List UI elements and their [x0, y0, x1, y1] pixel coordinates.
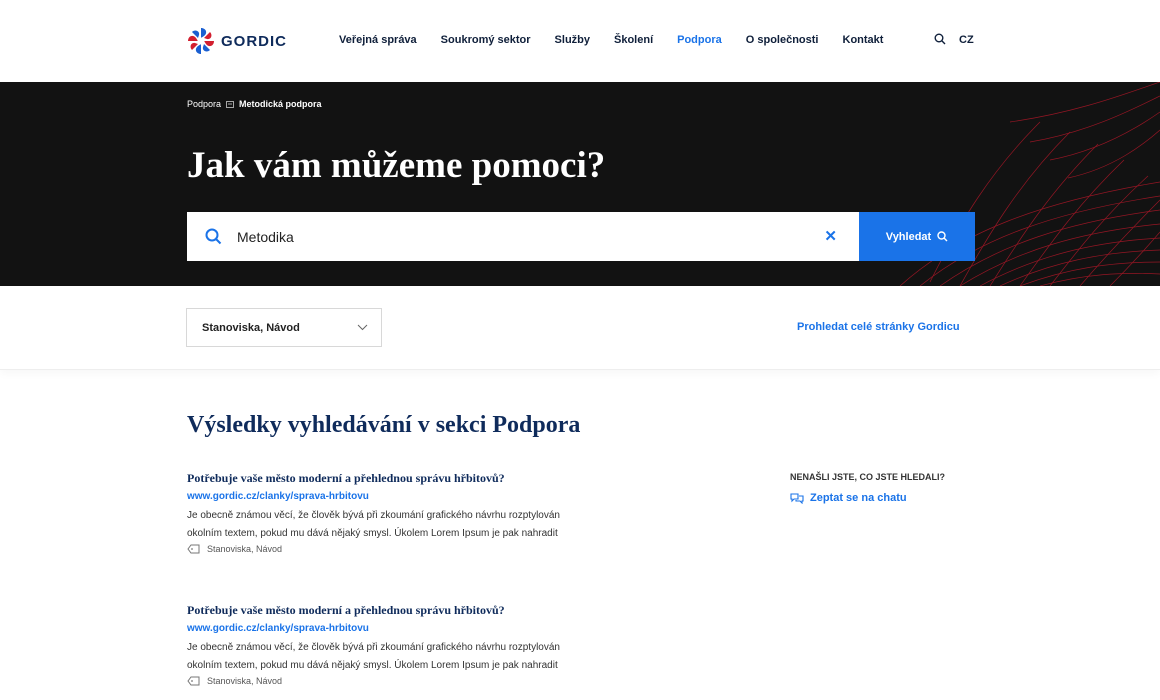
page-title: Jak vám můžeme pomoci? — [187, 145, 606, 186]
chat-link-label: Zeptat se na chatu — [810, 492, 907, 504]
main-nav: Veřejná správa Soukromý sektor Služby Šk… — [339, 34, 907, 46]
nav-item-verejna-sprava[interactable]: Veřejná správa — [339, 34, 417, 46]
nav-item-podpora[interactable]: Podpora — [677, 34, 722, 46]
result-tags-text: Stanoviska, Návod — [207, 544, 283, 554]
result-description-line: Je obecně známou věcí, že člověk bývá př… — [187, 642, 560, 653]
result-url[interactable]: www.gordic.cz/clanky/sprava-hrbitovu — [187, 491, 627, 502]
nav-item-soukromy-sektor[interactable]: Soukromý sektor — [441, 34, 531, 46]
search-button[interactable]: Vyhledat — [859, 212, 975, 261]
help-aside: NENAŠLI JSTE, CO JSTE HLEDALI? Zeptat se… — [790, 472, 945, 504]
gordic-logo-icon — [188, 28, 214, 54]
nav-item-sluzby[interactable]: Služby — [555, 34, 590, 46]
result-description-line: Je obecně známou věcí, že člověk bývá př… — [187, 510, 560, 521]
result-title[interactable]: Potřebuje vaše město moderní a přehledno… — [187, 603, 627, 618]
results-heading: Výsledky vyhledávání v sekci Podpora — [187, 412, 581, 438]
category-dropdown-value: Stanoviska, Návod — [202, 321, 300, 334]
search-icon[interactable] — [934, 33, 946, 45]
clear-search-button[interactable]: ✕ — [824, 229, 837, 244]
site-header: GORDIC Veřejná správa Soukromý sektor Sl… — [0, 0, 1160, 82]
search-icon — [937, 231, 948, 242]
search-icon — [205, 228, 222, 245]
result-tags: Stanoviska, Návod — [187, 544, 627, 554]
result-tags: Stanoviska, Návod — [187, 676, 627, 686]
search-input[interactable] — [237, 212, 797, 261]
result-description-line: okolním textem, pokud mu dává nějaký smy… — [187, 528, 558, 539]
chat-icon — [790, 493, 804, 504]
result-item: Potřebuje vaše město moderní a přehledno… — [187, 471, 627, 554]
language-switch[interactable]: CZ — [959, 34, 974, 46]
nav-item-o-spolecnosti[interactable]: O společnosti — [746, 34, 819, 46]
chevron-down-icon — [357, 324, 368, 331]
tag-icon — [187, 676, 200, 686]
search-button-label: Vyhledat — [885, 230, 932, 243]
breadcrumb-current: Metodická podpora — [239, 99, 322, 109]
breadcrumb-separator-icon — [226, 101, 234, 108]
aside-heading: NENAŠLI JSTE, CO JSTE HLEDALI? — [790, 472, 946, 482]
chat-link[interactable]: Zeptat se na chatu — [790, 492, 945, 504]
hero-section: Podpora Metodická podpora Jak vám můžeme… — [0, 82, 1160, 286]
result-tags-text: Stanoviska, Návod — [207, 676, 283, 686]
tag-icon — [187, 544, 200, 554]
result-description: Je obecně známou věcí, že člověk bývá př… — [187, 507, 627, 543]
filter-bar: Stanoviska, Návod Prohledat celé stránky… — [0, 286, 1160, 370]
result-title[interactable]: Potřebuje vaše město moderní a přehledno… — [187, 471, 627, 486]
nav-item-kontakt[interactable]: Kontakt — [843, 34, 884, 46]
logo-text: GORDIC — [221, 32, 287, 50]
breadcrumb: Podpora Metodická podpora — [187, 99, 322, 109]
logo[interactable]: GORDIC — [187, 27, 287, 55]
search-bar: ✕ Vyhledat — [187, 212, 975, 261]
search-field: ✕ — [187, 212, 859, 261]
result-description: Je obecně známou věcí, že člověk bývá př… — [187, 639, 627, 675]
nav-item-skoleni[interactable]: Školení — [614, 34, 653, 46]
result-item: Potřebuje vaše město moderní a přehledno… — [187, 603, 627, 686]
result-description-line: okolním textem, pokud mu dává nějaký smy… — [187, 660, 558, 671]
category-dropdown[interactable]: Stanoviska, Návod — [186, 308, 382, 347]
result-url[interactable]: www.gordic.cz/clanky/sprava-hrbitovu — [187, 623, 627, 634]
breadcrumb-parent[interactable]: Podpora — [187, 99, 221, 109]
search-whole-site-link[interactable]: Prohledat celé stránky Gordicu — [797, 321, 960, 333]
